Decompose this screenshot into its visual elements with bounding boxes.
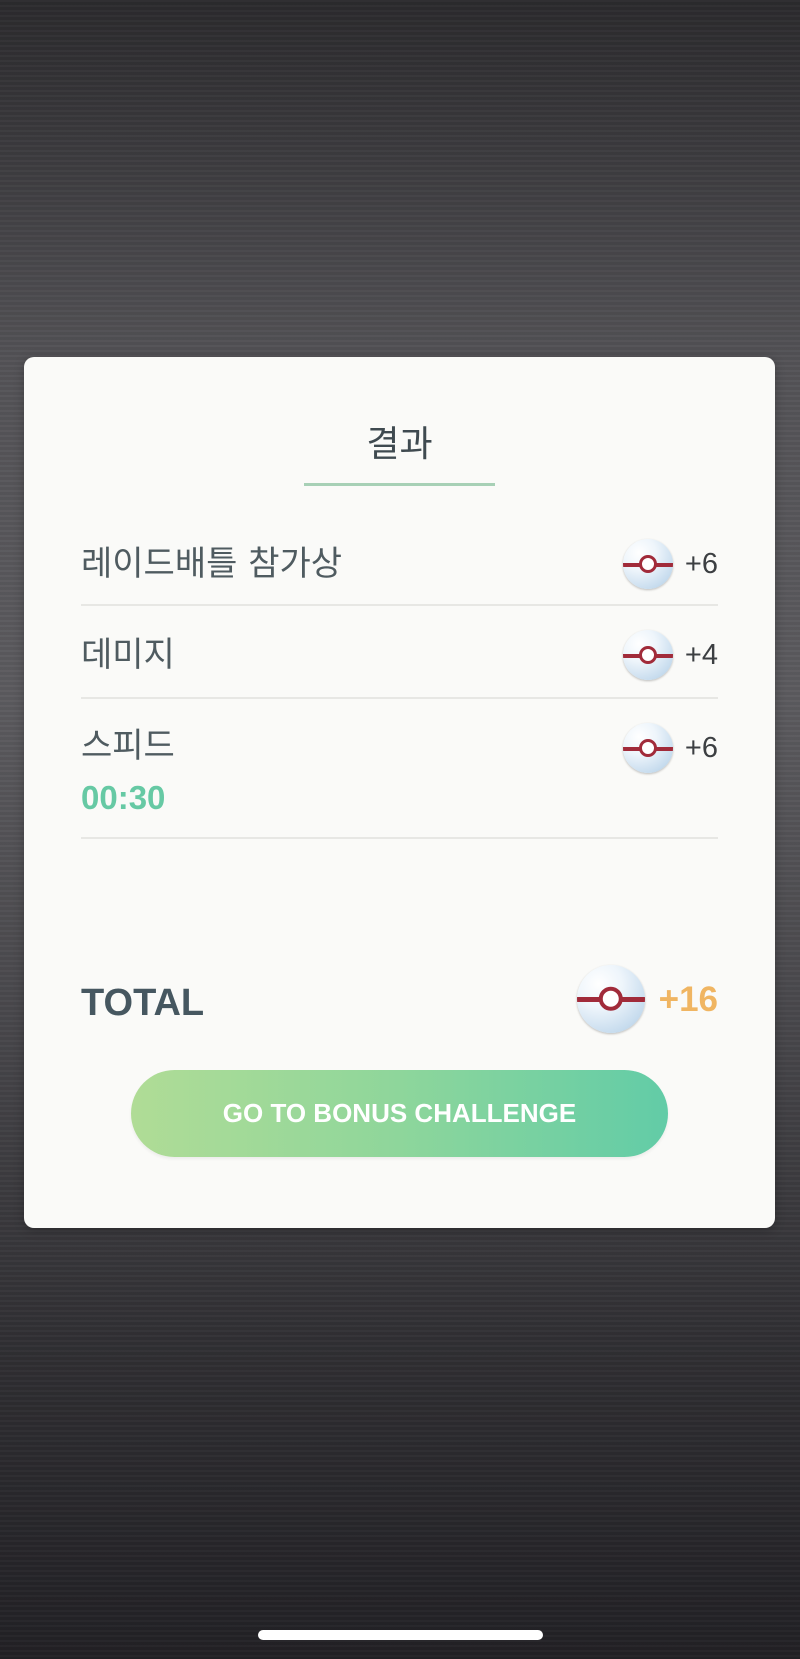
card-title: 결과 bbox=[366, 424, 433, 465]
result-card: 결과 레이드배틀 참가상 +6 데미지 +4 스피드 00:30 +6 TOTA… bbox=[24, 357, 775, 1228]
home-indicator[interactable] bbox=[258, 1630, 543, 1640]
result-row-speed: 스피드 00:30 +6 bbox=[81, 699, 718, 839]
row-label: 스피드 bbox=[81, 726, 175, 766]
title-underline bbox=[304, 483, 495, 486]
premier-ball-icon bbox=[622, 630, 673, 680]
row-label: 레이드배틀 참가상 bbox=[81, 544, 343, 584]
row-label: 데미지 bbox=[81, 635, 175, 675]
premier-ball-icon bbox=[622, 539, 673, 589]
total-reward: +16 bbox=[576, 965, 718, 1033]
row-reward: +6 bbox=[622, 723, 718, 773]
go-to-bonus-challenge-button[interactable]: GO TO BONUS CHALLENGE bbox=[131, 1070, 668, 1157]
premier-ball-icon bbox=[576, 965, 645, 1033]
reward-value: +4 bbox=[684, 638, 718, 671]
result-row-raid-participation: 레이드배틀 참가상 +6 bbox=[81, 519, 718, 606]
result-row-damage: 데미지 +4 bbox=[81, 606, 718, 699]
speed-time: 00:30 bbox=[81, 779, 166, 816]
premier-ball-icon bbox=[622, 723, 673, 773]
row-reward: +6 bbox=[622, 539, 718, 589]
total-value: +16 bbox=[658, 979, 718, 1019]
reward-value: +6 bbox=[684, 547, 718, 580]
reward-value: +6 bbox=[684, 731, 718, 764]
total-label: TOTAL bbox=[81, 982, 205, 1024]
row-reward: +4 bbox=[622, 630, 718, 680]
